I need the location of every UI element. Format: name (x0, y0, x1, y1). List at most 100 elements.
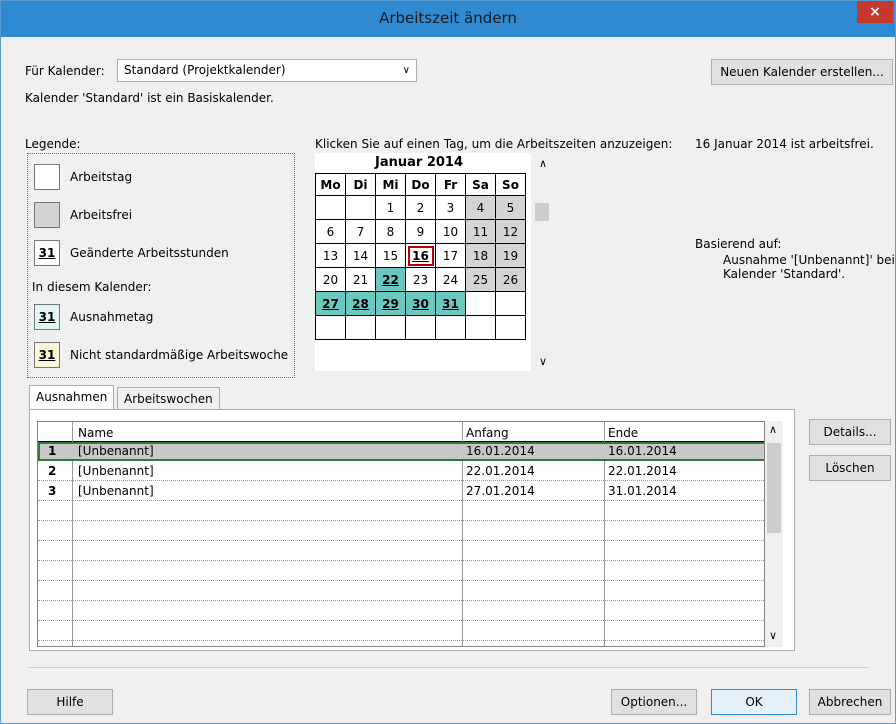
tab-arbeitswochen[interactable]: Arbeitswochen (117, 387, 220, 411)
calendar-hint: Klicken Sie auf einen Tag, um die Arbeit… (315, 137, 673, 151)
calendar-day[interactable]: 12 (495, 219, 526, 244)
legend-title: Legende: (25, 137, 81, 151)
exception-swatch: 31 (34, 304, 60, 330)
calendar-day[interactable]: 26 (495, 267, 526, 292)
calendar-day[interactable]: 11 (465, 219, 496, 244)
table-row[interactable] (38, 622, 764, 641)
table-row[interactable] (38, 502, 764, 521)
calendar-empty-cell (345, 315, 376, 340)
calendar-day[interactable]: 31 (435, 291, 466, 316)
calendar-day[interactable]: 9 (405, 219, 436, 244)
calendar-day[interactable]: 4 (465, 195, 496, 220)
chevron-down-icon: ∨ (402, 65, 410, 76)
row-name[interactable]: [Unbenannt] (78, 444, 154, 458)
row-name[interactable]: [Unbenannt] (78, 484, 154, 498)
calendar-day[interactable]: 15 (375, 243, 406, 268)
title-bar[interactable]: Arbeitszeit ändern × (1, 1, 895, 37)
footer-divider (29, 667, 869, 668)
calendar-select[interactable]: Standard (Projektkalender) ∨ (117, 59, 417, 82)
row-number: 3 (48, 484, 57, 498)
based-on-line2: Kalender 'Standard'. (723, 267, 846, 281)
table-row[interactable] (38, 562, 764, 581)
table-row[interactable] (38, 542, 764, 561)
row-start[interactable]: 27.01.2014 (466, 484, 535, 498)
calendar-day[interactable]: 18 (465, 243, 496, 268)
exceptions-grid[interactable]: Name Anfang Ende 1 [Unbenannt] 16.01.2014 1… (37, 421, 765, 647)
row-end[interactable]: 22.01.2014 (608, 464, 677, 478)
calendar-day[interactable]: 21 (345, 267, 376, 292)
tab-ausnahmen[interactable]: Ausnahmen (29, 385, 115, 411)
window-title: Arbeitszeit ändern (379, 9, 517, 27)
chevron-down-icon[interactable]: ∨ (769, 629, 777, 642)
table-row[interactable] (38, 602, 764, 621)
nonstandard-week-swatch: 31 (34, 342, 60, 368)
calendar-day[interactable]: 3 (435, 195, 466, 220)
calendar-day[interactable]: 5 (495, 195, 526, 220)
calendar-day[interactable]: 6 (315, 219, 346, 244)
table-row[interactable]: 1 [Unbenannt] 16.01.2014 16.01.2014 (38, 442, 764, 461)
row-end[interactable]: 16.01.2014 (608, 444, 677, 458)
calendar-day[interactable]: 10 (435, 219, 466, 244)
calendar-day[interactable]: 29 (375, 291, 406, 316)
calendar-day[interactable]: 23 (405, 267, 436, 292)
row-start[interactable]: 16.01.2014 (466, 444, 535, 458)
weekday-header: Mo (315, 173, 346, 196)
calendar-day[interactable]: 20 (315, 267, 346, 292)
details-button[interactable]: Details... (809, 419, 891, 445)
calendar-day[interactable]: 2 (405, 195, 436, 220)
calendar-day[interactable]: 8 (375, 219, 406, 244)
calendar-empty-cell (465, 315, 496, 340)
weekday-header: Mi (375, 173, 406, 196)
row-end[interactable]: 31.01.2014 (608, 484, 677, 498)
calendar-empty-cell (315, 195, 346, 220)
calendar-scroll-thumb[interactable] (535, 203, 549, 221)
header-start[interactable]: Anfang (466, 426, 509, 440)
calendar-empty-cell (405, 315, 436, 340)
chevron-down-icon[interactable]: ∨ (539, 355, 547, 368)
calendar-day[interactable]: 13 (315, 243, 346, 268)
grid-scrollbar[interactable]: ∧ ∨ (765, 421, 783, 647)
row-name[interactable]: [Unbenannt] (78, 464, 154, 478)
help-button[interactable]: Hilfe (27, 689, 113, 715)
calendar-select-value: Standard (Projektkalender) (124, 63, 286, 77)
calendar-day[interactable]: 25 (465, 267, 496, 292)
table-row[interactable] (38, 582, 764, 601)
working-day-swatch (34, 164, 60, 190)
calendar-empty-cell (345, 195, 376, 220)
calendar-day[interactable]: 24 (435, 267, 466, 292)
cancel-button[interactable]: Abbrechen (809, 689, 891, 715)
scroll-thumb[interactable] (767, 443, 781, 533)
chevron-up-icon[interactable]: ∧ (539, 157, 547, 170)
calendar-empty-cell (375, 315, 406, 340)
table-row[interactable] (38, 522, 764, 541)
options-button[interactable]: Optionen... (611, 689, 697, 715)
calendar-empty-cell (465, 291, 496, 316)
changed-hours-swatch: 31 (34, 240, 60, 266)
calendar-day[interactable]: 19 (495, 243, 526, 268)
calendar-day[interactable]: 30 (405, 291, 436, 316)
header-end[interactable]: Ende (608, 426, 638, 440)
legend-changed-hours: Geänderte Arbeitsstunden (70, 246, 229, 260)
table-row[interactable]: 2 [Unbenannt] 22.01.2014 22.01.2014 (38, 462, 764, 481)
calendar-day[interactable]: 28 (345, 291, 376, 316)
calendar-day[interactable]: 17 (435, 243, 466, 268)
calendar-day[interactable]: 14 (345, 243, 376, 268)
ok-button[interactable]: OK (711, 689, 797, 715)
chevron-up-icon[interactable]: ∧ (769, 423, 777, 436)
header-name[interactable]: Name (78, 426, 113, 440)
calendar-day[interactable]: 22 (375, 267, 406, 292)
delete-button[interactable]: Löschen (809, 455, 891, 481)
legend-nonstandard-week: Nicht standardmäßige Arbeitswoche (70, 348, 289, 362)
row-number: 2 (48, 464, 57, 478)
calendar-empty-cell (495, 315, 526, 340)
row-start[interactable]: 22.01.2014 (466, 464, 535, 478)
calendar-day[interactable]: 27 (315, 291, 346, 316)
table-row[interactable]: 3 [Unbenannt] 27.01.2014 31.01.2014 (38, 482, 764, 501)
calendar-empty-cell (315, 315, 346, 340)
new-calendar-button[interactable]: Neuen Kalender erstellen... (711, 59, 893, 85)
calendar-day[interactable]: 7 (345, 219, 376, 244)
calendar-day[interactable]: 16 (405, 243, 436, 268)
row-number: 1 (48, 444, 57, 458)
calendar-day[interactable]: 1 (375, 195, 406, 220)
close-button[interactable]: × (857, 1, 893, 23)
